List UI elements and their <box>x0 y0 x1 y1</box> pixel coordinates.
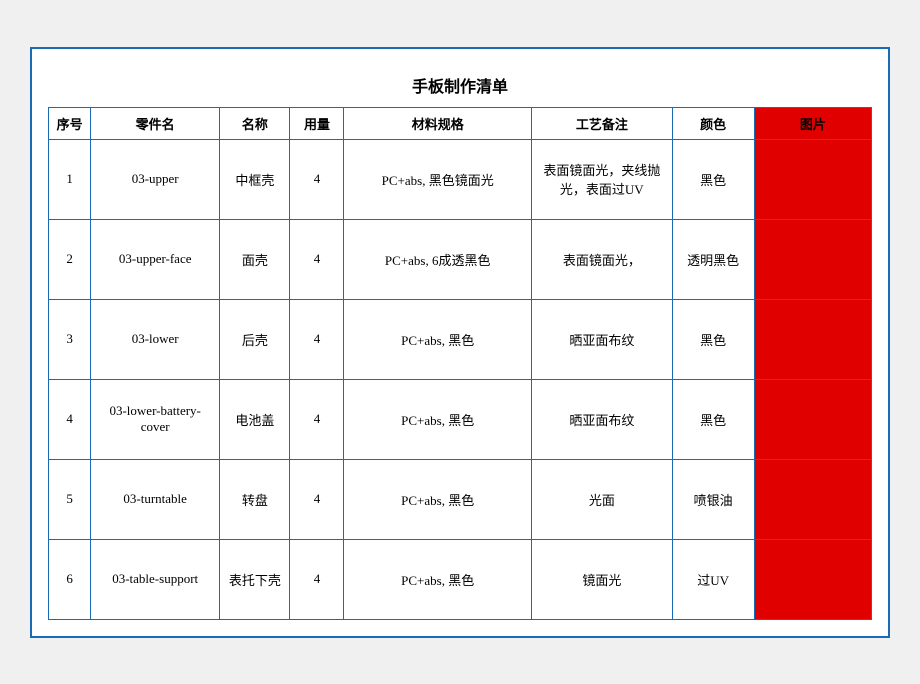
cell-seq: 2 <box>49 219 91 299</box>
cell-process: 晒亚面布纹 <box>531 379 672 459</box>
cell-process: 晒亚面布纹 <box>531 299 672 379</box>
cell-qty: 4 <box>290 379 344 459</box>
cell-name: 电池盖 <box>220 379 290 459</box>
cell-material: PC+abs, 黑色 <box>344 459 532 539</box>
cell-color: 透明黑色 <box>672 219 754 299</box>
cell-material: PC+abs, 黑色 <box>344 539 532 619</box>
cell-part: 03-table-support <box>91 539 220 619</box>
cell-material: PC+abs, 6成透黑色 <box>344 219 532 299</box>
header-row: 序号 零件名 名称 用量 材料规格 工艺备注 颜色 图片 <box>49 107 872 139</box>
header-color: 颜色 <box>672 107 754 139</box>
cell-material: PC+abs, 黑色 <box>344 379 532 459</box>
cell-image <box>754 139 871 219</box>
cell-name: 后壳 <box>220 299 290 379</box>
cell-image <box>754 459 871 539</box>
cell-qty: 4 <box>290 459 344 539</box>
cell-color: 喷银油 <box>672 459 754 539</box>
header-name: 名称 <box>220 107 290 139</box>
table-row: 103-upper中框壳4PC+abs, 黑色镜面光表面镜面光，夹线抛光，表面过… <box>49 139 872 219</box>
cell-seq: 6 <box>49 539 91 619</box>
cell-process: 表面镜面光， <box>531 219 672 299</box>
cell-part: 03-turntable <box>91 459 220 539</box>
cell-color: 黑色 <box>672 139 754 219</box>
table-row: 403-lower-battery-cover电池盖4PC+abs, 黑色晒亚面… <box>49 379 872 459</box>
cell-seq: 4 <box>49 379 91 459</box>
table-row: 603-table-support表托下壳4PC+abs, 黑色镜面光过UV <box>49 539 872 619</box>
cell-color: 黑色 <box>672 299 754 379</box>
cell-image <box>754 539 871 619</box>
header-process: 工艺备注 <box>531 107 672 139</box>
cell-image <box>754 219 871 299</box>
cell-name: 中框壳 <box>220 139 290 219</box>
cell-qty: 4 <box>290 539 344 619</box>
table-row: 303-lower后壳4PC+abs, 黑色晒亚面布纹黑色 <box>49 299 872 379</box>
cell-qty: 4 <box>290 299 344 379</box>
cell-image <box>754 299 871 379</box>
header-part: 零件名 <box>91 107 220 139</box>
cell-process: 光面 <box>531 459 672 539</box>
cell-name: 面壳 <box>220 219 290 299</box>
cell-image <box>754 379 871 459</box>
cell-material: PC+abs, 黑色 <box>344 299 532 379</box>
cell-process: 表面镜面光，夹线抛光，表面过UV <box>531 139 672 219</box>
cell-name: 转盘 <box>220 459 290 539</box>
cell-qty: 4 <box>290 219 344 299</box>
cell-material: PC+abs, 黑色镜面光 <box>344 139 532 219</box>
cell-part: 03-upper-face <box>91 219 220 299</box>
cell-part: 03-lower-battery-cover <box>91 379 220 459</box>
table-title: 手板制作清单 <box>48 65 872 107</box>
main-table: 序号 零件名 名称 用量 材料规格 工艺备注 颜色 图片 103-upper中框… <box>48 107 872 620</box>
cell-seq: 3 <box>49 299 91 379</box>
cell-seq: 5 <box>49 459 91 539</box>
cell-name: 表托下壳 <box>220 539 290 619</box>
table-row: 503-turntable转盘4PC+abs, 黑色光面喷银油 <box>49 459 872 539</box>
cell-part: 03-upper <box>91 139 220 219</box>
cell-seq: 1 <box>49 139 91 219</box>
cell-part: 03-lower <box>91 299 220 379</box>
header-seq: 序号 <box>49 107 91 139</box>
cell-color: 过UV <box>672 539 754 619</box>
cell-color: 黑色 <box>672 379 754 459</box>
table-row: 203-upper-face面壳4PC+abs, 6成透黑色表面镜面光，透明黑色 <box>49 219 872 299</box>
cell-qty: 4 <box>290 139 344 219</box>
header-qty: 用量 <box>290 107 344 139</box>
header-material: 材料规格 <box>344 107 532 139</box>
cell-process: 镜面光 <box>531 539 672 619</box>
header-image: 图片 <box>754 107 871 139</box>
page-container: 手板制作清单 序号 零件名 名称 用量 材料规格 工艺备注 颜色 图片 103-… <box>30 47 890 638</box>
